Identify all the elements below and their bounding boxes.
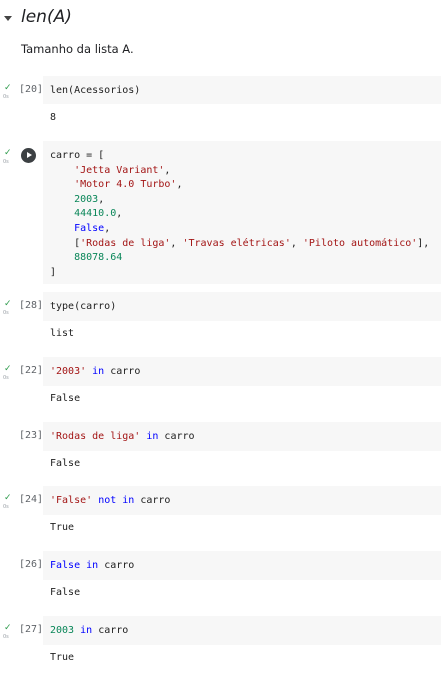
code-line[interactable]: 'False' not in carro xyxy=(50,494,170,509)
execution-count: [27] xyxy=(19,624,44,635)
code-cell-24[interactable]: ✓ 0s [24] 'False' not in carro True xyxy=(0,486,441,546)
code-variable: carro xyxy=(98,625,129,636)
code-variable: carro xyxy=(140,495,171,506)
code-line-7b: 'Travas elétricas' xyxy=(182,237,291,249)
markdown-text: Tamanho da lista A. xyxy=(21,42,134,56)
code-line[interactable]: False in carro xyxy=(50,559,134,574)
code-line[interactable]: type(carro) xyxy=(50,300,116,315)
code-line-2: 'Jetta Variant' xyxy=(74,164,165,176)
code-cell-22[interactable]: ✓ 0s [22] '2003' in carro False xyxy=(0,357,441,417)
check-icon: ✓ xyxy=(4,83,12,93)
code-keyword: in xyxy=(92,366,105,377)
check-icon: ✓ xyxy=(4,148,12,158)
cell-output: False xyxy=(50,393,81,404)
code-line[interactable]: len(Acessorios) xyxy=(50,84,140,99)
code-text: type(carro) xyxy=(50,301,117,312)
code-line-1: carro = [ xyxy=(50,150,105,161)
code-line-6: False xyxy=(74,222,105,234)
exec-time: 0s xyxy=(3,94,9,100)
execution-count: [23] xyxy=(19,430,44,441)
code-number: 2003 xyxy=(50,625,75,636)
code-keyword: in xyxy=(80,625,93,636)
code-cell-27[interactable]: ✓ 0s [27] 2003 in carro True xyxy=(0,616,441,676)
exec-time: 0s xyxy=(3,634,9,640)
execution-count: [24] xyxy=(19,494,44,505)
exec-time: 0s xyxy=(3,504,9,510)
exec-time: 0s xyxy=(3,310,9,316)
cell-output: 8 xyxy=(50,112,57,123)
code-variable: carro xyxy=(110,366,141,377)
code-text: len(Acessorios) xyxy=(50,85,141,96)
code-line[interactable]: 2003 in carro xyxy=(50,624,128,639)
code-line-7c: 'Piloto automático' xyxy=(302,237,418,249)
code-cell-28[interactable]: ✓ 0s [28] type(carro) list xyxy=(0,292,441,352)
code-cell-23[interactable]: [23] 'Rodas de liga' in carro False xyxy=(0,422,441,482)
check-icon: ✓ xyxy=(4,299,12,309)
code-line-5: 44410.0 xyxy=(74,208,117,220)
execution-count: [20] xyxy=(19,84,44,95)
code-cell-carro[interactable]: ✓ 0s carro = [ 'Jetta Variant', 'Motor 4… xyxy=(0,141,441,284)
execution-count: [28] xyxy=(19,300,44,311)
cell-output: False xyxy=(50,458,81,469)
code-block[interactable]: carro = [ 'Jetta Variant', 'Motor 4.0 Tu… xyxy=(50,149,429,280)
cell-output: False xyxy=(50,587,81,598)
execution-count: [26] xyxy=(19,559,44,570)
collapse-arrow-icon[interactable] xyxy=(4,16,12,21)
code-keyword: not in xyxy=(98,495,135,506)
exec-time: 0s xyxy=(3,375,9,381)
code-line-7a: 'Rodas de liga' xyxy=(80,237,171,249)
code-variable: carro xyxy=(104,560,135,571)
code-string: 'Rodas de liga' xyxy=(50,431,141,442)
code-line-4: 2003 xyxy=(74,193,99,205)
cell-output: True xyxy=(50,522,75,533)
code-keyword: in xyxy=(146,431,159,442)
code-keyword-false: False xyxy=(50,560,81,571)
code-line-9: ] xyxy=(50,266,57,278)
code-cell-26[interactable]: [26] False in carro False xyxy=(0,551,441,611)
cell-output: True xyxy=(50,652,75,663)
code-variable: carro xyxy=(164,431,195,442)
section-title: len(A) xyxy=(21,7,72,27)
run-cell-button[interactable] xyxy=(21,148,36,163)
exec-time: 0s xyxy=(3,159,9,165)
cell-output: list xyxy=(50,328,75,339)
check-icon: ✓ xyxy=(4,623,12,633)
execution-count: [22] xyxy=(19,365,44,376)
code-keyword: in xyxy=(86,560,99,571)
code-line[interactable]: 'Rodas de liga' in carro xyxy=(50,430,195,445)
check-icon: ✓ xyxy=(4,493,12,503)
code-line[interactable]: '2003' in carro xyxy=(50,365,140,380)
code-line-3: 'Motor 4.0 Turbo' xyxy=(74,179,177,191)
code-string: 'False' xyxy=(50,495,93,506)
section-header: len(A) xyxy=(0,4,441,34)
code-string: '2003' xyxy=(50,366,87,377)
code-line-8: 88078.64 xyxy=(74,252,123,264)
check-icon: ✓ xyxy=(4,364,12,374)
code-cell-20[interactable]: ✓ 0s [20] len(Acessorios) 8 xyxy=(0,76,441,136)
